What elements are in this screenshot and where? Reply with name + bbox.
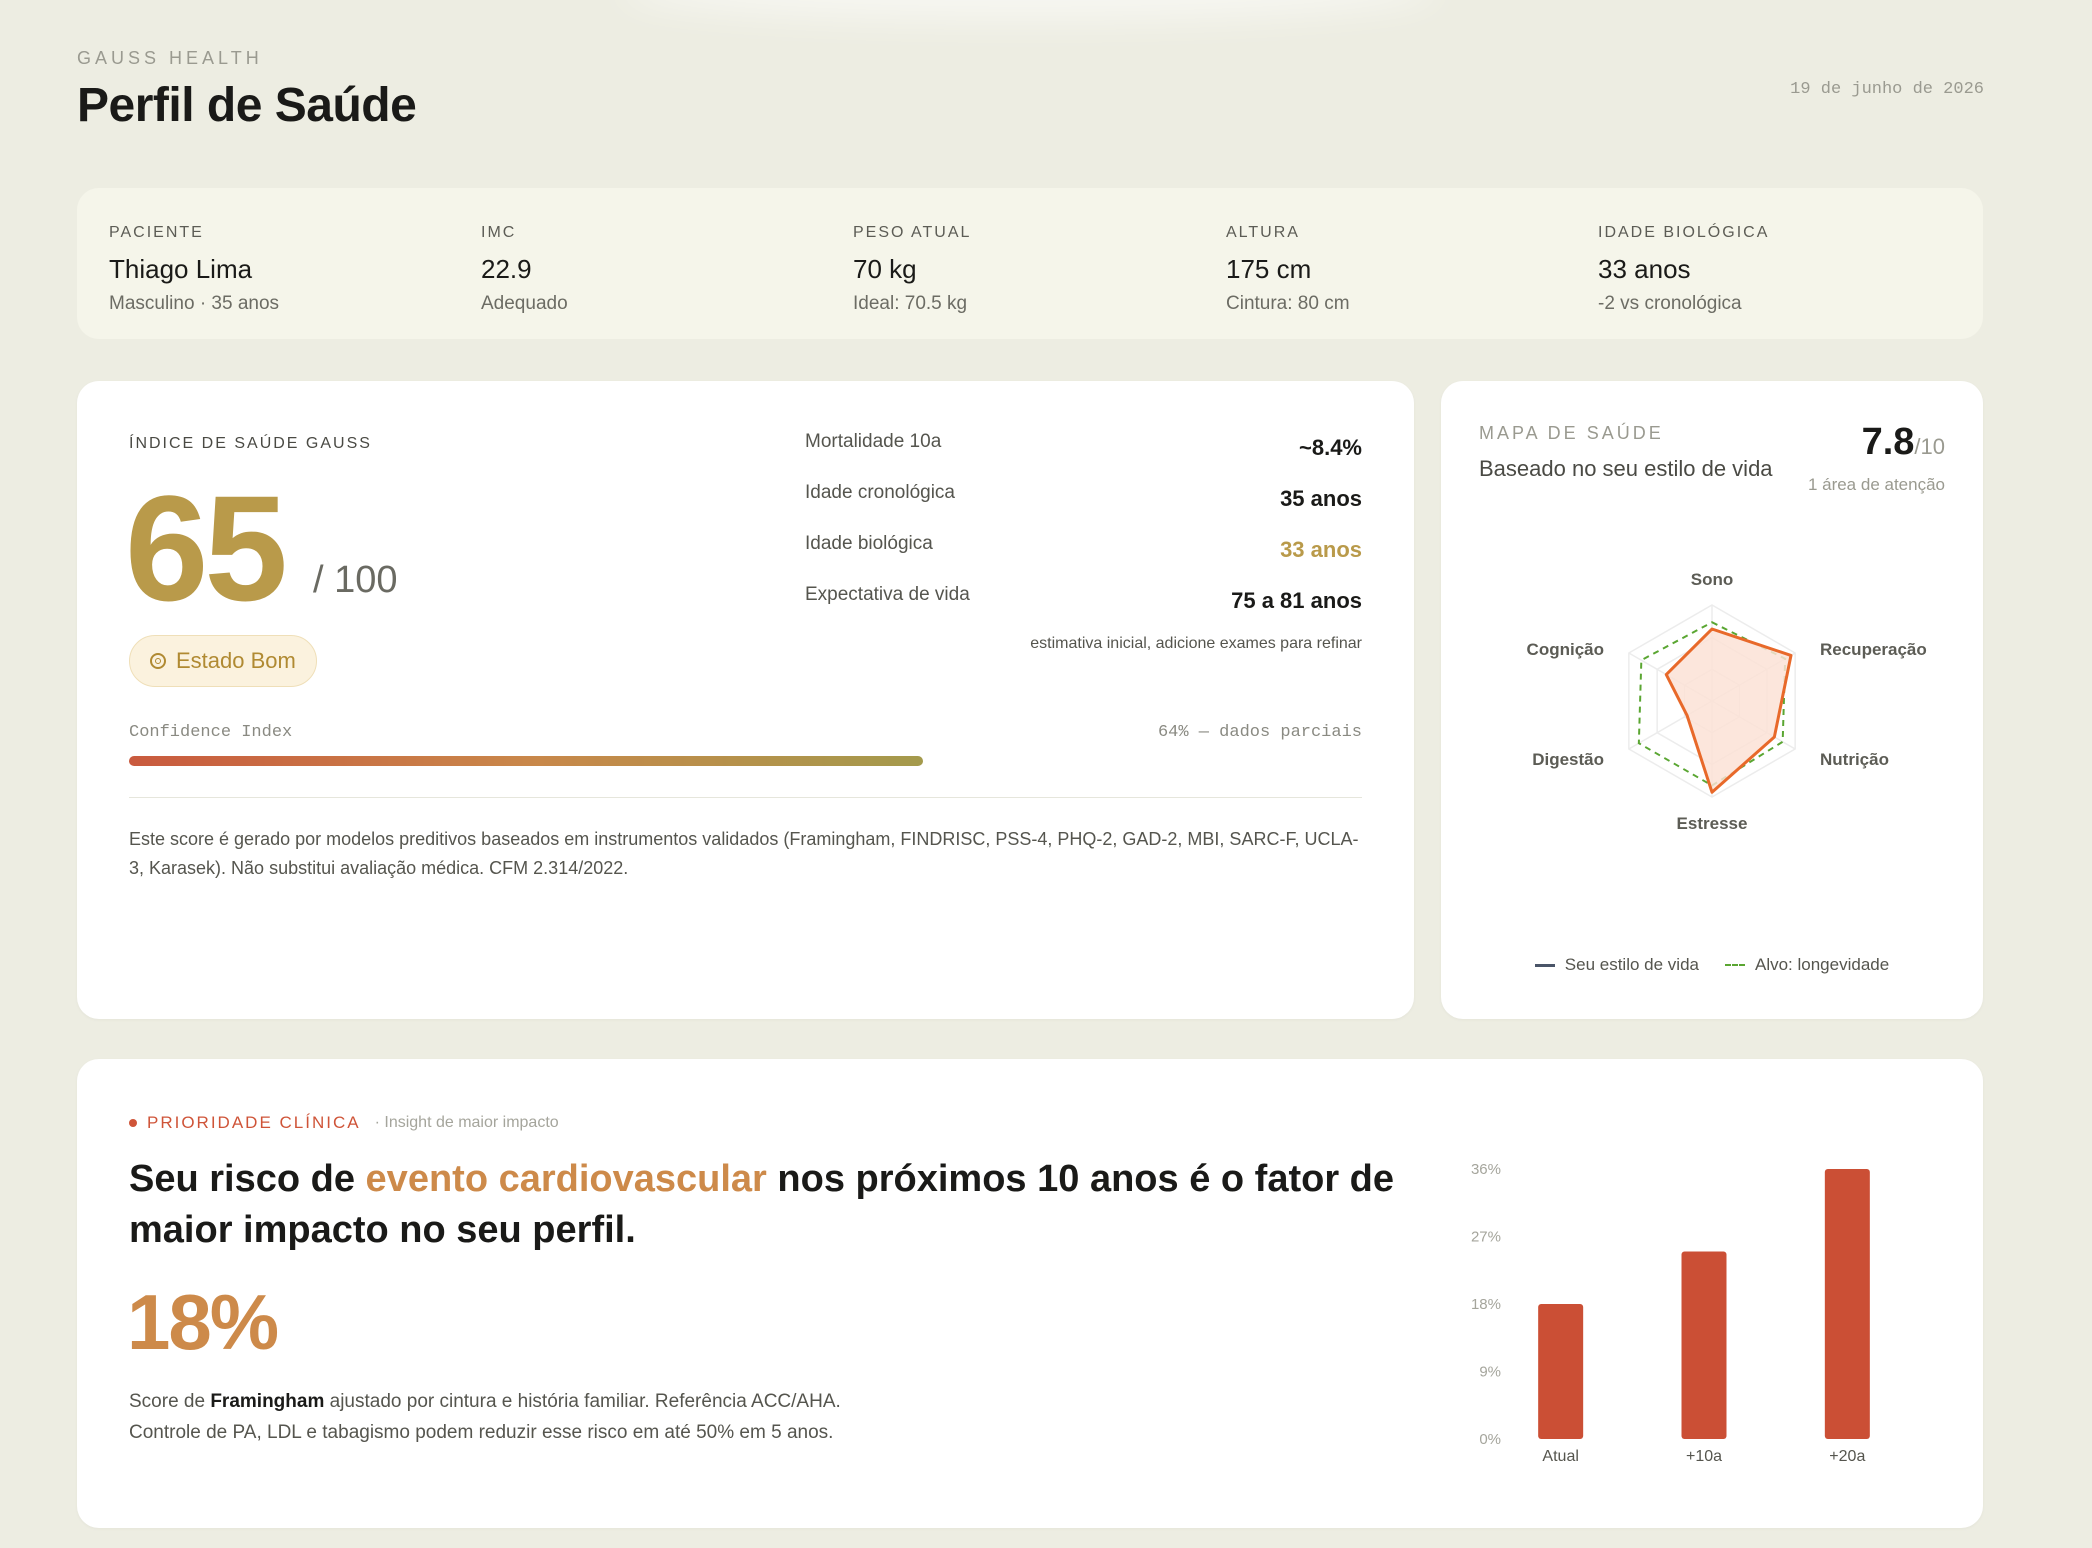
height-value: 175 cm	[1226, 254, 1312, 284]
clinical-priority-card: PRIORIDADE CLÍNICA · Insight de maior im…	[77, 1059, 1983, 1528]
priority-description: Score de Framingham ajustado por cintura…	[129, 1386, 849, 1448]
bio-age-sub: -2 vs cronológica	[1598, 293, 1742, 314]
y-tick-label: 18%	[1471, 1296, 1501, 1313]
legend-swatch-dashed	[1724, 964, 1745, 966]
disclaimer-text: Este score é gerado por modelos preditiv…	[129, 829, 1359, 878]
metrics-footnote-row: estimativa inicial, adicione exames para…	[805, 635, 1362, 665]
height-info: ALTURA 175 cm Cintura: 80 cm	[1226, 224, 1350, 315]
radar-axis-label: Sono	[1691, 570, 1734, 589]
legend-item-user: Seu estilo de vida	[1534, 955, 1699, 975]
priority-headline: Seu risco de evento cardiovascular nos p…	[129, 1154, 1409, 1256]
top-glow	[620, 0, 1440, 20]
bio-age-value: 33 anos	[1598, 254, 1691, 284]
health-index-max: / 100	[313, 559, 398, 601]
metric-value: 33 anos	[1280, 537, 1362, 562]
divider	[129, 797, 1362, 798]
legend-label-target: Alvo: longevidade	[1754, 955, 1890, 974]
bar-+10a	[1681, 1251, 1727, 1439]
health-map-card: MAPA DE SAÚDE Baseado no seu estilo de v…	[1441, 381, 1983, 1019]
y-tick-label: 36%	[1471, 1161, 1501, 1178]
metric-value: 75 a 81 anos	[1231, 588, 1362, 613]
headline-pre: Seu risco de	[129, 1158, 366, 1200]
patient-info: PACIENTE Thiago Lima Masculino · 35 anos	[109, 224, 279, 315]
height-sub: Cintura: 80 cm	[1226, 293, 1350, 314]
legend-swatch-solid	[1534, 963, 1555, 967]
radar-axis-label: Recuperação	[1820, 640, 1927, 659]
radar-legend: Seu estilo de vida Alvo: longevidade	[1441, 955, 1983, 975]
metrics-list: Mortalidade 10a ~8.4% Idade cronológica …	[805, 431, 1362, 665]
confidence-note: 64% — dados parciais	[1157, 723, 1362, 742]
metric-label: Expectativa de vida	[805, 584, 970, 605]
metric-row: Mortalidade 10a ~8.4%	[805, 431, 1362, 482]
y-tick-label: 0%	[1479, 1431, 1501, 1448]
health-map-score: 7.8/10	[1862, 421, 1945, 464]
health-map-label: MAPA DE SAÚDE	[1479, 423, 1664, 443]
metric-value: 35 anos	[1280, 486, 1362, 511]
bmi-label: IMC	[481, 224, 517, 241]
priority-label: PRIORIDADE CLÍNICA	[147, 1113, 361, 1132]
headline-highlight: evento cardiovascular	[365, 1158, 767, 1200]
bio-age-label: IDADE BIOLÓGICA	[1598, 224, 1770, 241]
y-tick-label: 9%	[1479, 1364, 1501, 1381]
radar-axis-label: Cognição	[1527, 640, 1604, 659]
health-index-card: ÍNDICE DE SAÚDE GAUSS 65 / 100 Estado Bo…	[77, 381, 1414, 1019]
health-map-subtitle: Baseado no seu estilo de vida	[1479, 456, 1773, 481]
desc-bold: Framingham	[210, 1391, 325, 1412]
radar-chart: Sono Recuperação Nutrição Estresse Digestão C…	[1527, 570, 1927, 833]
risk-bar-chart: 36% 27% 18% 9% 0% Atual +10a +20a	[1471, 1161, 1870, 1465]
radar-axis-label: Digestão	[1532, 750, 1604, 769]
radar-axis-label: Estresse	[1677, 814, 1748, 833]
bmi-value: 22.9	[481, 254, 532, 284]
desc-pre: Score de	[129, 1391, 211, 1412]
x-category-label: +20a	[1829, 1448, 1865, 1465]
metric-label: Idade biológica	[805, 533, 933, 554]
health-map-score-value: 7.8	[1861, 421, 1915, 463]
confidence-label: Confidence Index	[129, 723, 293, 742]
height-label: ALTURA	[1226, 224, 1300, 241]
health-map-score-den: /10	[1914, 434, 1945, 459]
bmi-sub: Adequado	[481, 293, 568, 314]
attention-count: 1 área de atenção	[1807, 475, 1945, 494]
priority-tag: PRIORIDADE CLÍNICA · Insight de maior im…	[129, 1113, 559, 1133]
bar-+20a	[1824, 1169, 1870, 1439]
confidence-bar-fill	[129, 756, 924, 766]
report-date: 19 de junho de 2026	[1790, 80, 1984, 99]
radar-axis-label: Nutrição	[1820, 750, 1889, 769]
metric-row: Idade biológica 33 anos	[805, 533, 1362, 584]
weight-value: 70 kg	[853, 254, 917, 284]
health-index-label: ÍNDICE DE SAÚDE GAUSS	[129, 435, 372, 452]
brand-label: GAUSS HEALTH	[77, 48, 263, 68]
weight-sub: Ideal: 70.5 kg	[853, 293, 968, 314]
patient-info-strip: PACIENTE Thiago Lima Masculino · 35 anos…	[77, 188, 1983, 339]
x-category-label: +10a	[1686, 1448, 1722, 1465]
bar-Atual	[1538, 1304, 1584, 1439]
patient-name: Thiago Lima	[109, 254, 253, 284]
health-index-score: 65	[125, 464, 288, 632]
priority-sublabel: · Insight de maior impacto	[374, 1114, 559, 1131]
priority-dot-icon	[129, 1119, 137, 1127]
status-badge: Estado Bom	[129, 635, 317, 687]
patient-sub: Masculino · 35 anos	[109, 293, 280, 314]
bmi-info: IMC 22.9 Adequado	[481, 224, 568, 315]
metric-label: Mortalidade 10a	[805, 431, 942, 452]
metric-value: ~8.4%	[1299, 435, 1362, 460]
metric-label: Idade cronológica	[805, 482, 955, 503]
bio-age-info: IDADE BIOLÓGICA 33 anos -2 vs cronológic…	[1598, 224, 1769, 315]
cardio-risk-value: 18%	[127, 1278, 279, 1366]
weight-info: PESO ATUAL 70 kg Ideal: 70.5 kg	[853, 224, 971, 315]
weight-label: PESO ATUAL	[853, 224, 972, 241]
metric-row: Idade cronológica 35 anos	[805, 482, 1362, 533]
confidence-bar	[129, 756, 1362, 766]
patient-label: PACIENTE	[109, 224, 204, 241]
page-title: Perfil de Saúde	[77, 79, 417, 132]
x-category-label: Atual	[1542, 1448, 1578, 1465]
y-tick-label: 27%	[1471, 1229, 1501, 1246]
metric-row: Expectativa de vida 75 a 81 anos	[805, 584, 1362, 635]
status-text: Estado Bom	[176, 648, 296, 673]
target-icon	[150, 653, 166, 669]
legend-label-user: Seu estilo de vida	[1564, 955, 1699, 974]
legend-item-target: Alvo: longevidade	[1724, 955, 1890, 975]
metrics-footnote: estimativa inicial, adicione exames para…	[1030, 635, 1362, 652]
